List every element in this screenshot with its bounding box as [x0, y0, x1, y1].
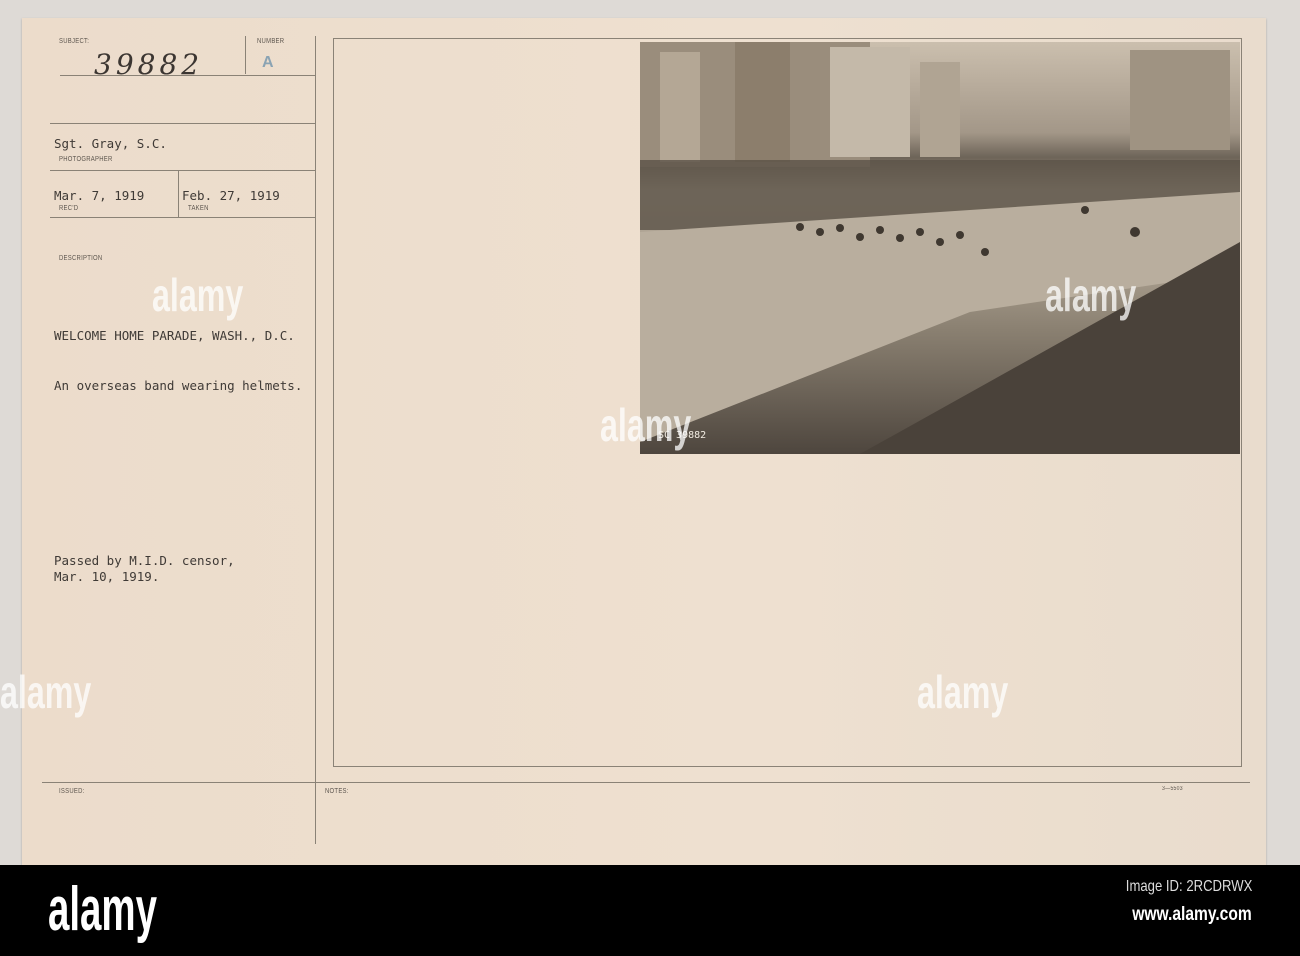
watermark: alamy — [1045, 269, 1137, 321]
subject-label: SUBJECT: — [59, 38, 90, 45]
issued-label: ISSUED: — [59, 788, 85, 795]
description-title: WELCOME HOME PARADE, WASH., D.C. — [54, 328, 295, 343]
number-label: NUMBER — [257, 38, 285, 45]
censor-note-line2: Mar. 10, 1919. — [54, 569, 160, 584]
watermark: alamy — [0, 666, 92, 718]
notes-label: NOTES: — [325, 788, 349, 795]
description-text: An overseas band wearing helmets. — [54, 378, 303, 393]
alamy-logo: alamy — [48, 875, 158, 944]
photographer-label: PHOTOGRAPHER — [59, 156, 113, 163]
parade-photograph: SC 39882 — [640, 42, 1240, 454]
received-label: REC'D — [59, 205, 79, 212]
watermark: alamy — [917, 666, 1009, 718]
watermark: alamy — [600, 399, 692, 451]
taken-date: Feb. 27, 1919 — [182, 188, 280, 203]
form-number: 3—5503 — [1162, 786, 1183, 792]
image-id: Image ID: 2RCDRWX — [1125, 878, 1252, 895]
number-stamp: A — [262, 54, 274, 71]
censor-note-line1: Passed by M.I.D. censor, — [54, 553, 235, 568]
taken-label: TAKEN — [188, 205, 209, 212]
alamy-url[interactable]: www.alamy.com — [1132, 904, 1252, 926]
description-label: DESCRIPTION — [59, 255, 103, 262]
photographer-name: Sgt. Gray, S.C. — [54, 136, 167, 151]
subject-number: 39882 — [94, 48, 204, 81]
stock-footer: alamy Image ID: 2RCDRWX www.alamy.com — [0, 865, 1300, 956]
parade-scene-illustration — [640, 42, 1240, 454]
watermark: alamy — [152, 269, 244, 321]
received-date: Mar. 7, 1919 — [54, 188, 145, 203]
